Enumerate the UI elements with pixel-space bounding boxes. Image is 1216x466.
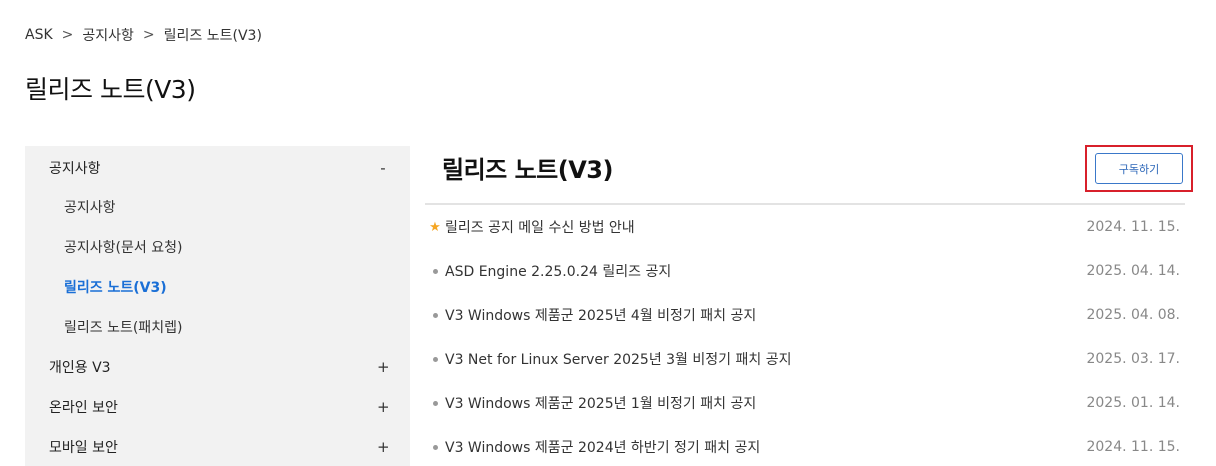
breadcrumb-ask[interactable]: ASK xyxy=(25,27,53,43)
sidebar: 공지사항 - 공지사항 공지사항(문서 요청) 릴리즈 노트(V3) 릴리즈 노… xyxy=(25,146,410,466)
expand-icon[interactable]: + xyxy=(377,438,390,456)
list-item[interactable]: V3 Windows 제품군 2025년 4월 비정기 패치 공지 2025. … xyxy=(425,293,1185,337)
notice-title[interactable]: V3 Windows 제품군 2025년 1월 비정기 패치 공지 xyxy=(445,393,756,413)
page-title: 릴리즈 노트(V3) xyxy=(25,75,196,104)
notice-title[interactable]: V3 Net for Linux Server 2025년 3월 비정기 패치 … xyxy=(445,349,791,369)
star-icon: ★ xyxy=(429,219,441,235)
bullet-dot-icon xyxy=(432,312,438,318)
subscribe-highlight: 구독하기 xyxy=(1085,145,1193,192)
breadcrumb: ASK > 공지사항 > 릴리즈 노트(V3) xyxy=(25,25,262,45)
sidebar-section-label: 개인용 V3 xyxy=(49,360,111,376)
collapse-icon[interactable]: - xyxy=(377,159,389,177)
notice-title[interactable]: ASD Engine 2.25.0.24 릴리즈 공지 xyxy=(445,261,671,281)
notice-date: 2025. 04. 14. xyxy=(1086,263,1180,279)
list-item[interactable]: V3 Windows 제품군 2024년 하반기 정기 패치 공지 2024. … xyxy=(425,425,1185,466)
sidebar-section-personal-v3[interactable]: 개인용 V3 + xyxy=(49,357,390,377)
content-title: 릴리즈 노트(V3) xyxy=(442,156,613,184)
list-item[interactable]: ASD Engine 2.25.0.24 릴리즈 공지 2025. 04. 14… xyxy=(425,249,1185,293)
sidebar-section-mobile-security[interactable]: 모바일 보안 + xyxy=(49,437,390,457)
notice-date: 2025. 01. 14. xyxy=(1086,395,1180,411)
bullet-dot-icon xyxy=(432,268,438,274)
notice-title[interactable]: 릴리즈 공지 메일 수신 방법 안내 xyxy=(445,217,635,237)
sidebar-section-online-security[interactable]: 온라인 보안 + xyxy=(49,397,390,417)
sidebar-item-release-notes-patch[interactable]: 릴리즈 노트(패치렙) xyxy=(64,317,182,337)
sidebar-section-notice[interactable]: 공지사항 - xyxy=(49,158,389,178)
notice-list: ★ 릴리즈 공지 메일 수신 방법 안내 2024. 11. 15. ASD E… xyxy=(425,205,1185,466)
breadcrumb-separator: > xyxy=(142,27,155,43)
subscribe-button[interactable]: 구독하기 xyxy=(1095,153,1183,184)
sidebar-item-notice[interactable]: 공지사항 xyxy=(64,197,116,217)
notice-title[interactable]: V3 Windows 제품군 2024년 하반기 정기 패치 공지 xyxy=(445,437,760,457)
sidebar-item-release-notes-v3[interactable]: 릴리즈 노트(V3) xyxy=(64,277,167,297)
sidebar-item-notice-doc-request[interactable]: 공지사항(문서 요청) xyxy=(64,237,182,257)
sidebar-section-label: 온라인 보안 xyxy=(49,400,118,416)
list-item[interactable]: V3 Windows 제품군 2025년 1월 비정기 패치 공지 2025. … xyxy=(425,381,1185,425)
notice-title[interactable]: V3 Windows 제품군 2025년 4월 비정기 패치 공지 xyxy=(445,305,756,325)
expand-icon[interactable]: + xyxy=(377,398,390,416)
breadcrumb-separator: > xyxy=(61,27,74,43)
notice-date: 2025. 03. 17. xyxy=(1086,351,1180,367)
sidebar-section-label: 공지사항 xyxy=(49,161,101,177)
bullet-dot-icon xyxy=(432,400,438,406)
notice-date: 2024. 11. 15. xyxy=(1086,439,1180,455)
breadcrumb-notice[interactable]: 공지사항 xyxy=(82,25,134,45)
breadcrumb-release-notes[interactable]: 릴리즈 노트(V3) xyxy=(164,25,262,45)
list-item[interactable]: ★ 릴리즈 공지 메일 수신 방법 안내 2024. 11. 15. xyxy=(425,205,1185,249)
expand-icon[interactable]: + xyxy=(377,358,390,376)
notice-date: 2025. 04. 08. xyxy=(1086,307,1180,323)
sidebar-section-label: 모바일 보안 xyxy=(49,440,118,456)
bullet-dot-icon xyxy=(432,356,438,362)
notice-date: 2024. 11. 15. xyxy=(1086,219,1180,235)
list-item[interactable]: V3 Net for Linux Server 2025년 3월 비정기 패치 … xyxy=(425,337,1185,381)
bullet-dot-icon xyxy=(432,444,438,450)
